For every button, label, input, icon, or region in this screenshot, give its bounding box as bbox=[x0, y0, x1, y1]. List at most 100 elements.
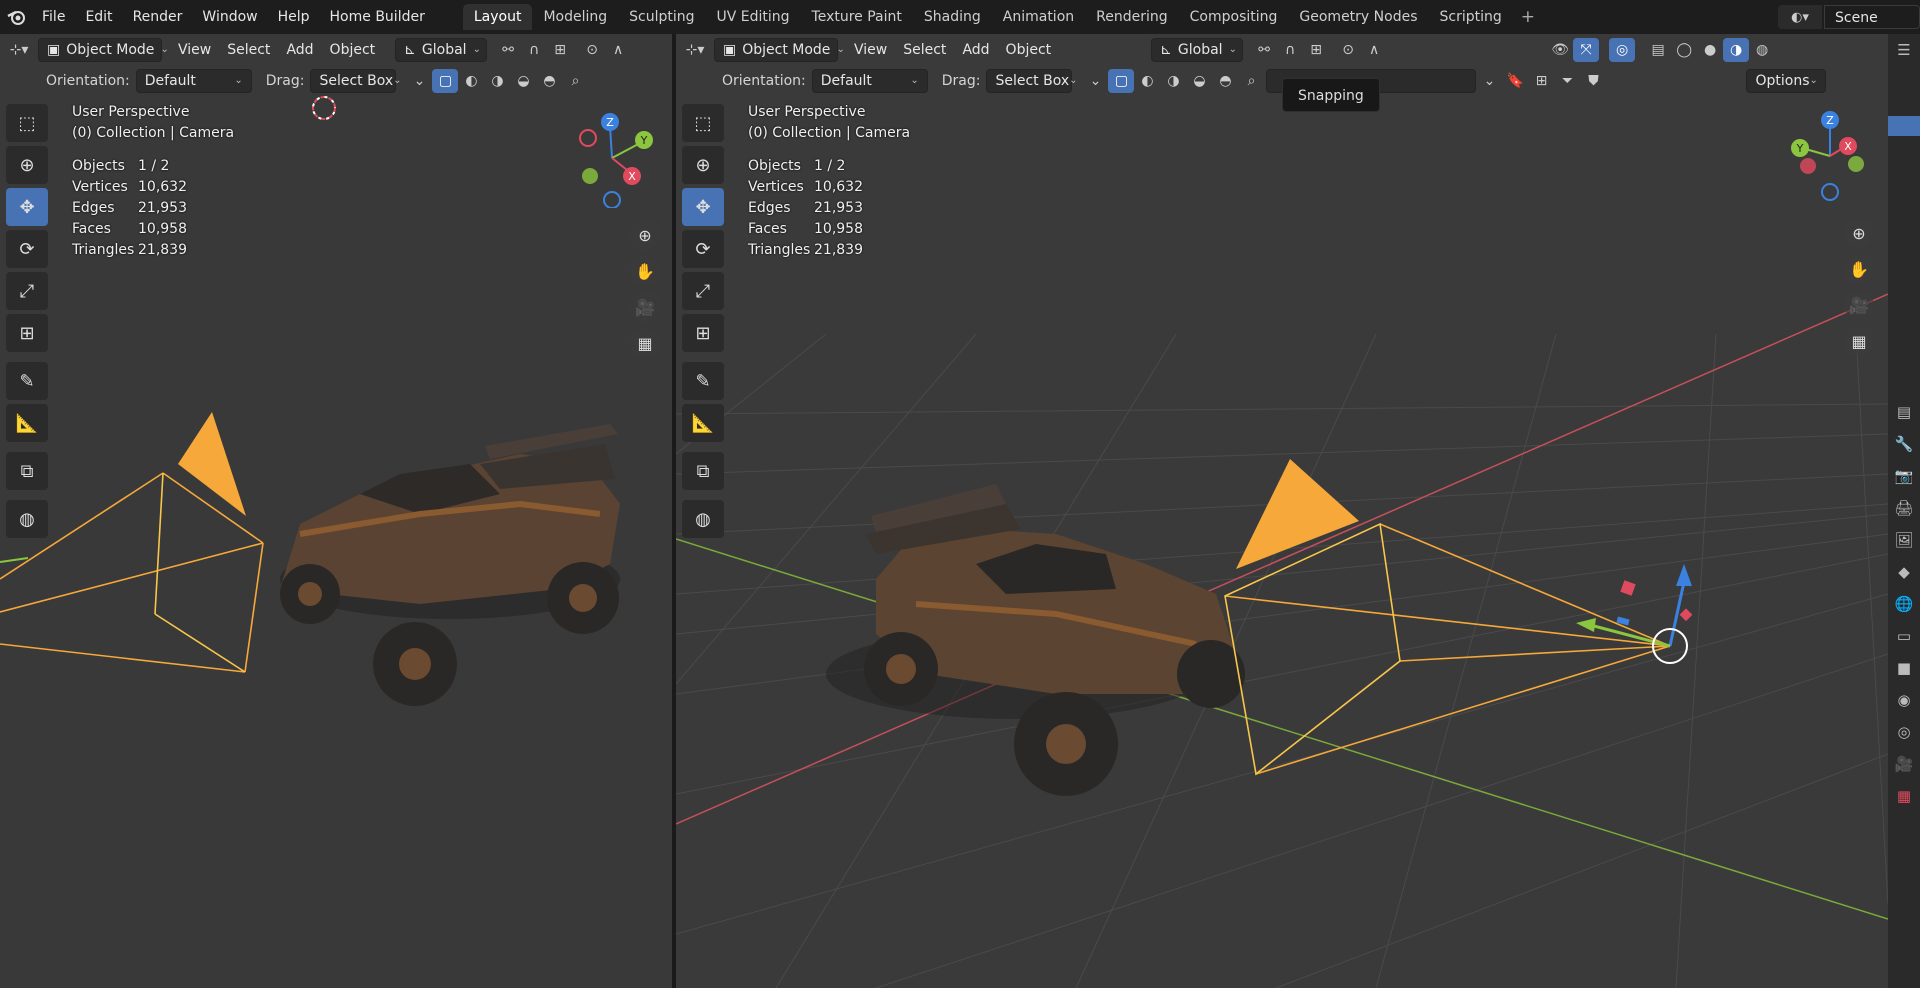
tab-shading[interactable]: Shading bbox=[913, 4, 992, 30]
modifier-properties-icon[interactable]: ◉ bbox=[1888, 684, 1920, 716]
rendered-shading-icon[interactable]: ◍ bbox=[1749, 38, 1775, 62]
menu-help[interactable]: Help bbox=[268, 0, 320, 34]
xray-icon[interactable]: ▤ bbox=[1645, 38, 1671, 62]
tab-compositing[interactable]: Compositing bbox=[1179, 4, 1289, 30]
scene-properties-icon[interactable]: ◆ bbox=[1888, 556, 1920, 588]
measure-tool-icon[interactable]: 📐 bbox=[682, 404, 724, 442]
filter-icon[interactable]: ⏷ bbox=[1554, 69, 1580, 93]
tab-modeling[interactable]: Modeling bbox=[532, 4, 618, 30]
tab-geometry-nodes[interactable]: Geometry Nodes bbox=[1288, 4, 1428, 30]
output-properties-icon[interactable]: 🖨 bbox=[1888, 492, 1920, 524]
gizmo-toggle-icon[interactable]: ⤧ bbox=[1573, 38, 1600, 62]
cursor-tool-icon[interactable]: ⊕ bbox=[6, 146, 48, 184]
annotate-tool-icon[interactable]: ✎ bbox=[682, 362, 724, 400]
3d-cursor-icon[interactable] bbox=[312, 96, 336, 120]
menu-add[interactable]: Add bbox=[954, 38, 997, 62]
orientation-dropdown[interactable]: Default ⌄ bbox=[135, 69, 252, 93]
menu-edit[interactable]: Edit bbox=[75, 0, 122, 34]
add-workspace-icon[interactable]: + bbox=[1513, 7, 1543, 27]
transform-tool-icon[interactable]: ⊞ bbox=[6, 314, 48, 352]
snap-icon[interactable]: ∩ bbox=[1277, 38, 1303, 62]
outliner-icon[interactable]: ☰ bbox=[1888, 34, 1920, 66]
tab-layout[interactable]: Layout bbox=[462, 4, 533, 30]
editor-type-icon[interactable]: ⊹▾ bbox=[682, 38, 708, 62]
cursor-tool-icon[interactable]: ⊕ bbox=[682, 146, 724, 184]
tool-properties-icon[interactable]: 🔧 bbox=[1888, 428, 1920, 460]
properties-toggle-icon[interactable]: ▤ bbox=[1888, 396, 1920, 428]
move-tool-icon[interactable]: ✥ bbox=[682, 188, 724, 226]
menu-window[interactable]: Window bbox=[192, 0, 267, 34]
camera-data-icon[interactable]: 🎥 bbox=[1888, 748, 1920, 780]
select-mode-extend-icon[interactable]: ◐ bbox=[1134, 69, 1160, 93]
mode-dropdown[interactable]: ▣ Object Mode ⌄ bbox=[714, 38, 845, 62]
menu-select[interactable]: Select bbox=[219, 38, 278, 62]
snap-icon[interactable]: ∩ bbox=[521, 38, 547, 62]
select-mode-invert-icon[interactable]: ◒ bbox=[510, 69, 536, 93]
proportional-edit-icon[interactable]: ⊙ bbox=[579, 38, 605, 62]
perspective-grid-icon[interactable]: ▦ bbox=[1844, 326, 1874, 356]
orientation-dropdown[interactable]: Default ⌄ bbox=[811, 69, 928, 93]
menu-object[interactable]: Object bbox=[322, 38, 384, 62]
drag-dropdown[interactable]: Select Box ⌄ bbox=[310, 69, 402, 93]
material-shading-icon[interactable]: ◑ bbox=[1723, 38, 1750, 62]
pivot-icon[interactable]: ⚯ bbox=[1251, 38, 1277, 62]
transform-tool-icon[interactable]: ⊞ bbox=[682, 314, 724, 352]
tab-sculpting[interactable]: Sculpting bbox=[618, 4, 705, 30]
editor-type-icon[interactable]: ⊹▾ bbox=[6, 38, 32, 62]
scale-tool-icon[interactable]: ⤢ bbox=[682, 272, 724, 310]
pivot-icon[interactable]: ⚯ bbox=[495, 38, 521, 62]
pan-hand-icon[interactable]: ✋ bbox=[630, 256, 660, 286]
blender-logo-icon[interactable] bbox=[2, 0, 32, 34]
bookmark-icon[interactable]: 🔖 bbox=[1502, 69, 1528, 93]
scale-tool-icon[interactable]: ⤢ bbox=[6, 272, 48, 310]
search-icon[interactable]: ⌕ bbox=[562, 69, 588, 93]
physics-properties-icon[interactable]: ◎ bbox=[1888, 716, 1920, 748]
annotate-tool-icon[interactable]: ✎ bbox=[6, 362, 48, 400]
menu-view[interactable]: View bbox=[170, 38, 219, 62]
layout-icon[interactable]: ⊞ bbox=[1528, 69, 1554, 93]
tab-animation[interactable]: Animation bbox=[992, 4, 1085, 30]
select-mode-invert-icon[interactable]: ◒ bbox=[1186, 69, 1212, 93]
falloff-icon[interactable]: ∧ bbox=[1361, 38, 1387, 62]
camera-view-icon[interactable]: 🎥 bbox=[1844, 290, 1874, 320]
tab-scripting[interactable]: Scripting bbox=[1429, 4, 1513, 30]
shading-color-icon[interactable]: ⌄ bbox=[406, 69, 432, 93]
snap-target-icon[interactable]: ⊞ bbox=[1303, 38, 1329, 62]
select-mode-intersect-icon[interactable]: ◓ bbox=[536, 69, 562, 93]
solid-shading-icon[interactable]: ● bbox=[1697, 38, 1723, 62]
search-icon[interactable]: ⌕ bbox=[1238, 69, 1264, 93]
viewport-left[interactable]: ⊹▾ ▣ Object Mode ⌄ View Select Add Object … bbox=[0, 34, 672, 988]
collection-properties-icon[interactable]: ▭ bbox=[1888, 620, 1920, 652]
scene-icon[interactable]: ◐▾ bbox=[1778, 5, 1822, 29]
perspective-grid-icon[interactable]: ▦ bbox=[630, 328, 660, 358]
tab-rendering[interactable]: Rendering bbox=[1085, 4, 1179, 30]
select-mode-set-icon[interactable]: ▢ bbox=[1108, 69, 1135, 93]
viewport-right[interactable]: ⊹▾ ▣ Object Mode ⌄ View Select Add Object … bbox=[676, 34, 1888, 988]
transform-orientation-dropdown[interactable]: ⊾ Global ⌄ bbox=[1151, 38, 1244, 62]
tab-uv-editing[interactable]: UV Editing bbox=[706, 4, 801, 30]
pan-hand-icon[interactable]: ✋ bbox=[1844, 254, 1874, 284]
move-tool-icon[interactable]: ✥ bbox=[6, 188, 48, 226]
menu-object[interactable]: Object bbox=[998, 38, 1060, 62]
world-properties-icon[interactable]: 🌐 bbox=[1888, 588, 1920, 620]
select-mode-subtract-icon[interactable]: ◑ bbox=[484, 69, 510, 93]
snap-target-icon[interactable]: ⊞ bbox=[547, 38, 573, 62]
menu-view[interactable]: View bbox=[846, 38, 895, 62]
render-properties-icon[interactable]: 📷 bbox=[1888, 460, 1920, 492]
add-cube-tool-icon[interactable]: ⧉ bbox=[6, 452, 48, 490]
menu-select[interactable]: Select bbox=[895, 38, 954, 62]
select-box-tool-icon[interactable]: ⬚ bbox=[6, 104, 48, 142]
navigation-gizmo[interactable]: Z Y X bbox=[1780, 106, 1880, 206]
view-layer-icon[interactable]: 🖼 bbox=[1888, 524, 1920, 556]
zoom-icon[interactable]: ⊕ bbox=[1844, 218, 1874, 248]
object-properties-icon[interactable]: ■ bbox=[1888, 652, 1920, 684]
options-dropdown[interactable]: Options ⌄ bbox=[1746, 69, 1827, 93]
rotate-tool-icon[interactable]: ⟳ bbox=[6, 230, 48, 268]
select-box-tool-icon[interactable]: ⬚ bbox=[682, 104, 724, 142]
menu-home-builder[interactable]: Home Builder bbox=[320, 0, 435, 34]
shader-ball-tool-icon[interactable]: ◍ bbox=[6, 500, 48, 538]
select-mode-intersect-icon[interactable]: ◓ bbox=[1212, 69, 1238, 93]
select-mode-set-icon[interactable]: ▢ bbox=[432, 69, 459, 93]
texture-properties-icon[interactable]: ▦ bbox=[1888, 780, 1920, 812]
zoom-icon[interactable]: ⊕ bbox=[630, 220, 660, 250]
